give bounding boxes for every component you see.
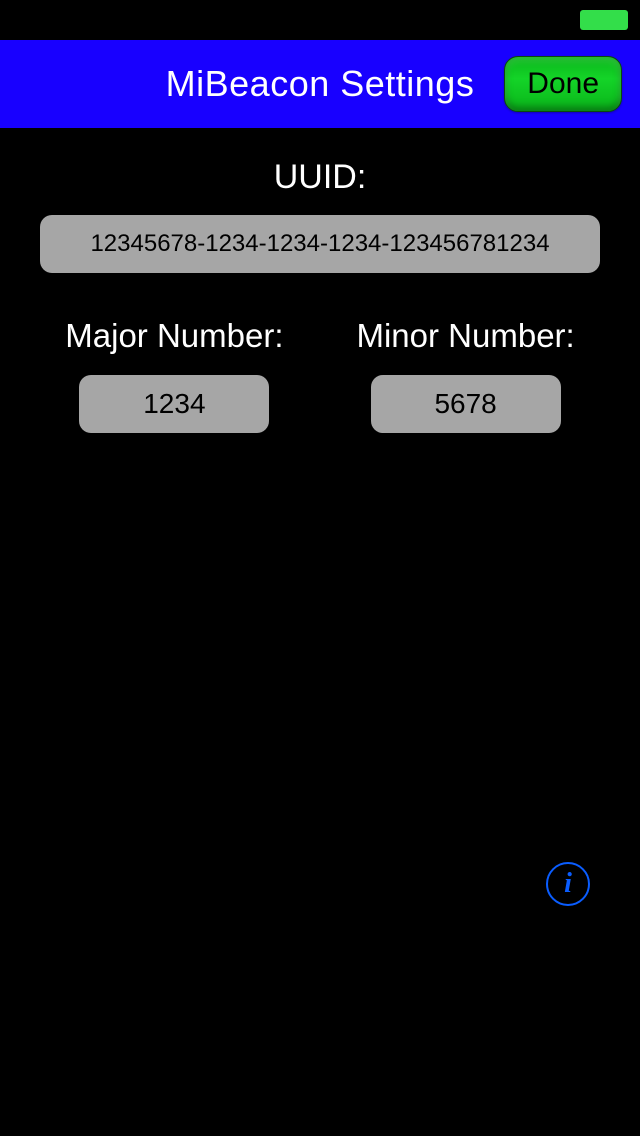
done-button[interactable]: Done xyxy=(504,56,622,112)
major-label: Major Number: xyxy=(65,317,283,355)
uuid-label: UUID: xyxy=(0,158,640,197)
page-title: MiBeacon Settings xyxy=(166,63,475,105)
major-input[interactable] xyxy=(79,375,269,433)
minor-label: Minor Number: xyxy=(356,317,574,355)
info-button[interactable]: i xyxy=(546,862,590,906)
info-icon: i xyxy=(564,870,572,898)
minor-input[interactable] xyxy=(371,375,561,433)
nav-bar: MiBeacon Settings Done xyxy=(0,40,640,128)
number-row: Major Number: Minor Number: xyxy=(0,317,640,433)
uuid-input[interactable] xyxy=(40,215,600,273)
battery-icon xyxy=(580,10,628,30)
status-bar xyxy=(0,0,640,40)
minor-column: Minor Number: xyxy=(331,317,600,433)
major-column: Major Number: xyxy=(40,317,309,433)
content-area: UUID: Major Number: Minor Number: xyxy=(0,128,640,433)
